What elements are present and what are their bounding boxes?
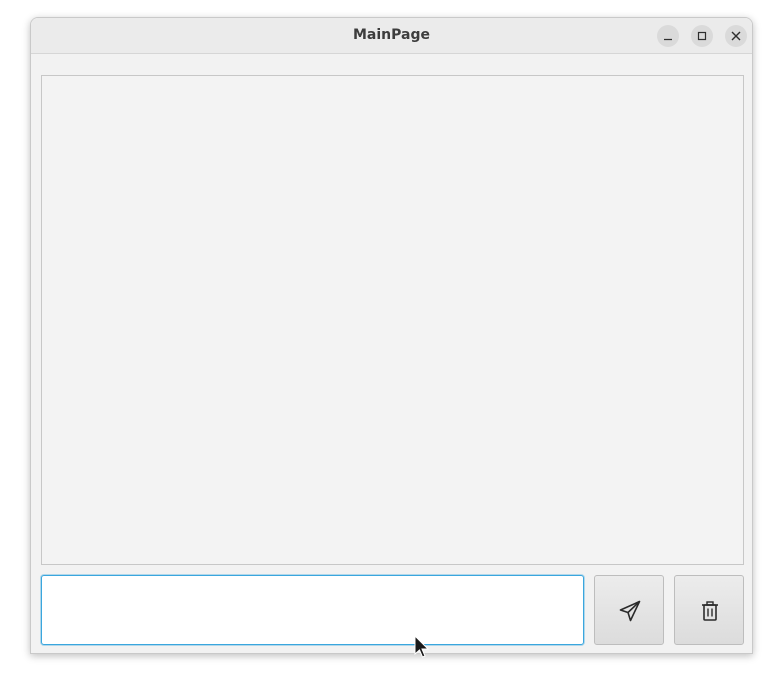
mouse-cursor-icon (414, 635, 430, 658)
close-icon (731, 31, 741, 41)
window-content (31, 54, 752, 653)
maximize-icon (697, 31, 707, 41)
minimize-icon (664, 38, 672, 41)
minimize-button[interactable] (657, 25, 679, 47)
main-window: MainPage (30, 17, 753, 654)
maximize-button[interactable] (691, 25, 713, 47)
message-input[interactable] (41, 575, 584, 645)
chat-messages-area[interactable] (41, 75, 744, 565)
trash-icon (702, 601, 718, 621)
close-button[interactable] (725, 25, 747, 47)
clear-button[interactable] (674, 575, 744, 645)
paper-plane-icon (619, 600, 641, 622)
send-button[interactable] (594, 575, 664, 645)
window-title: MainPage (353, 27, 430, 43)
title-bar[interactable]: MainPage (31, 18, 752, 54)
